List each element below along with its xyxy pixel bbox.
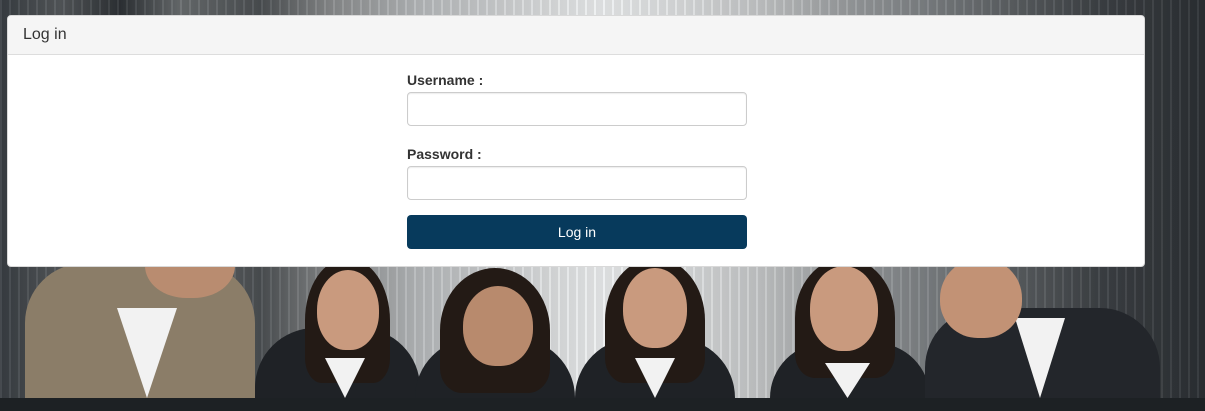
person-figure	[415, 268, 575, 398]
person-figure	[25, 228, 255, 398]
person-figure	[770, 258, 930, 398]
password-input[interactable]	[407, 166, 747, 200]
login-page: Log in Username : Password : Log in	[0, 0, 1205, 411]
login-button[interactable]: Log in	[407, 215, 747, 249]
person-figure	[255, 258, 420, 398]
login-form: Username : Password : Log in	[407, 72, 747, 249]
username-input[interactable]	[407, 92, 747, 126]
bottom-bar	[0, 398, 1205, 411]
login-panel: Log in Username : Password : Log in	[7, 15, 1145, 267]
username-label: Username :	[407, 72, 484, 88]
panel-title: Log in	[23, 26, 67, 43]
panel-heading: Log in	[8, 16, 1144, 55]
person-figure	[575, 258, 735, 398]
password-label: Password :	[407, 146, 482, 162]
person-figure	[925, 258, 1160, 398]
